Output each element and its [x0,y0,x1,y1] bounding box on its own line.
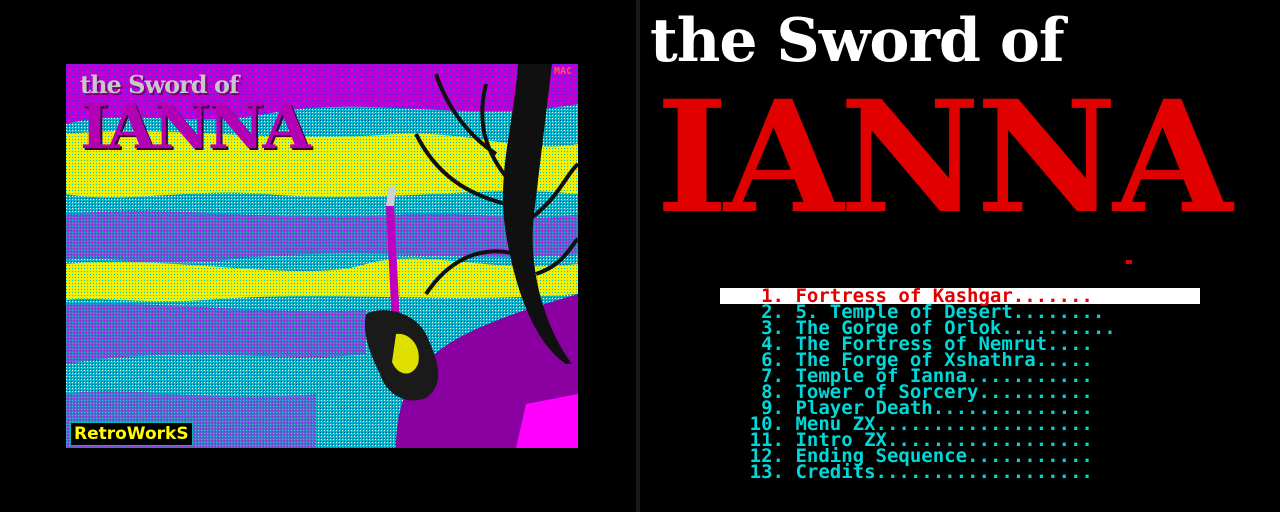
game-title-top: the Sword of [650,6,1065,76]
cover-art: MAC the Sword of IANNA RetroWorkS [66,64,578,448]
menu-item[interactable]: 13. Credits................... [720,461,1200,483]
menu-item-dots: ..... [1035,352,1093,368]
track-menu: 1. Fortress of Kashgar....... 2. 5. Temp… [720,287,1200,483]
menu-item-dots: ....... [1012,288,1093,304]
menu-item-dots: ................... [875,416,1093,432]
menu-item-dots: .... [1047,336,1093,352]
menu-item-number: 13. [749,461,784,483]
title-decoration [1126,260,1132,264]
art-title-big: IANNA [80,90,311,163]
publisher-logo: RetroWorkS [70,422,193,446]
menu-panel: the Sword of IANNA 1. Fortress of Kashga… [640,0,1280,512]
corner-mark: MAC [553,66,572,77]
menu-item-dots: ........ [1012,304,1105,320]
menu-item-dots: ........... [967,368,1093,384]
game-title-main: IANNA [656,67,1233,248]
menu-item-dots: ........... [967,448,1093,464]
menu-item-dots: .......... [978,384,1093,400]
cover-art-panel: MAC the Sword of IANNA RetroWorkS [0,0,636,512]
menu-item-label: Credits [795,461,876,483]
menu-item-dots: ................... [875,464,1093,480]
menu-item-dots: .............. [932,400,1093,416]
